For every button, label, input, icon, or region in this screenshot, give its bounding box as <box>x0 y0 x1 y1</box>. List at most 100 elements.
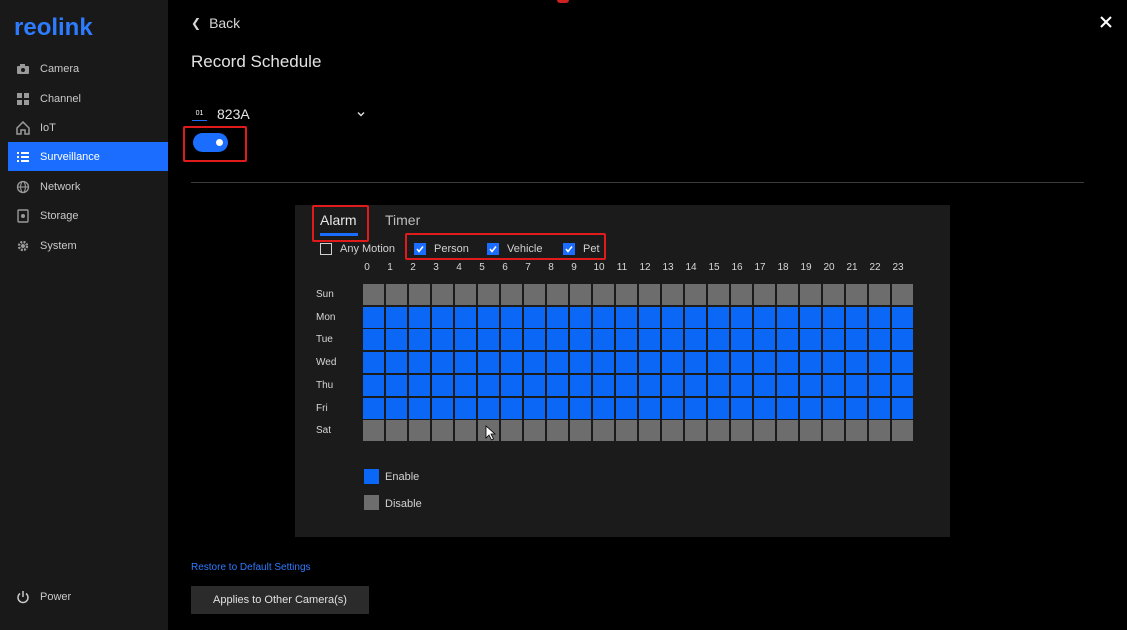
schedule-cell[interactable] <box>777 352 798 373</box>
schedule-cell[interactable] <box>386 329 407 350</box>
schedule-cell[interactable] <box>639 307 660 328</box>
sidebar-item-iot[interactable]: IoT <box>8 113 168 142</box>
schedule-cell[interactable] <box>777 375 798 396</box>
schedule-cell[interactable] <box>846 352 867 373</box>
schedule-cell[interactable] <box>386 352 407 373</box>
schedule-cell[interactable] <box>409 420 430 441</box>
schedule-cell[interactable] <box>501 307 522 328</box>
schedule-cell[interactable] <box>409 307 430 328</box>
schedule-cell[interactable] <box>547 375 568 396</box>
schedule-cell[interactable] <box>639 352 660 373</box>
person-checkbox[interactable] <box>414 243 426 255</box>
schedule-cell[interactable] <box>662 420 683 441</box>
schedule-cell[interactable] <box>731 352 752 373</box>
schedule-cell[interactable] <box>892 352 913 373</box>
back-button[interactable]: ❮ Back <box>191 15 240 31</box>
record-schedule-toggle[interactable] <box>193 133 228 152</box>
schedule-cell[interactable] <box>455 352 476 373</box>
schedule-cell[interactable] <box>501 329 522 350</box>
schedule-cell[interactable] <box>639 398 660 419</box>
schedule-cell[interactable] <box>800 329 821 350</box>
schedule-cell[interactable] <box>478 352 499 373</box>
schedule-cell[interactable] <box>731 284 752 305</box>
schedule-cell[interactable] <box>386 307 407 328</box>
tab-alarm[interactable]: Alarm <box>320 212 357 228</box>
schedule-cell[interactable] <box>777 420 798 441</box>
schedule-cell[interactable] <box>593 307 614 328</box>
apply-to-other-cameras-button[interactable]: Applies to Other Camera(s) <box>191 586 369 614</box>
camera-select[interactable]: 823A <box>217 106 250 122</box>
chevron-down-icon[interactable] <box>355 108 367 120</box>
schedule-cell[interactable] <box>754 307 775 328</box>
restore-default-link[interactable]: Restore to Default Settings <box>191 562 311 573</box>
schedule-cell[interactable] <box>570 307 591 328</box>
schedule-cell[interactable] <box>685 420 706 441</box>
schedule-cell[interactable] <box>616 329 637 350</box>
schedule-cell[interactable] <box>639 375 660 396</box>
schedule-cell[interactable] <box>869 398 890 419</box>
schedule-cell[interactable] <box>432 375 453 396</box>
schedule-cell[interactable] <box>455 375 476 396</box>
schedule-cell[interactable] <box>547 398 568 419</box>
schedule-cell[interactable] <box>708 307 729 328</box>
schedule-cell[interactable] <box>869 352 890 373</box>
schedule-cell[interactable] <box>570 420 591 441</box>
schedule-cell[interactable] <box>593 352 614 373</box>
schedule-cell[interactable] <box>386 398 407 419</box>
vehicle-checkbox[interactable] <box>487 243 499 255</box>
schedule-cell[interactable] <box>662 398 683 419</box>
schedule-cell[interactable] <box>593 284 614 305</box>
schedule-cell[interactable] <box>478 375 499 396</box>
schedule-cell[interactable] <box>685 375 706 396</box>
schedule-cell[interactable] <box>409 329 430 350</box>
schedule-cell[interactable] <box>524 352 545 373</box>
schedule-cell[interactable] <box>363 329 384 350</box>
sidebar-item-camera[interactable]: Camera <box>8 54 168 83</box>
close-icon[interactable] <box>1098 14 1114 30</box>
schedule-cell[interactable] <box>524 307 545 328</box>
schedule-cell[interactable] <box>455 329 476 350</box>
schedule-cell[interactable] <box>501 352 522 373</box>
schedule-cell[interactable] <box>363 398 384 419</box>
schedule-cell[interactable] <box>547 329 568 350</box>
schedule-cell[interactable] <box>409 284 430 305</box>
schedule-cell[interactable] <box>501 398 522 419</box>
schedule-cell[interactable] <box>777 307 798 328</box>
schedule-cell[interactable] <box>455 398 476 419</box>
schedule-cell[interactable] <box>570 352 591 373</box>
schedule-cell[interactable] <box>754 420 775 441</box>
sidebar-item-surveillance[interactable]: Surveillance <box>8 142 168 171</box>
schedule-cell[interactable] <box>363 375 384 396</box>
schedule-cell[interactable] <box>455 420 476 441</box>
schedule-cell[interactable] <box>869 284 890 305</box>
schedule-cell[interactable] <box>777 284 798 305</box>
schedule-cell[interactable] <box>547 352 568 373</box>
schedule-cell[interactable] <box>754 329 775 350</box>
schedule-cell[interactable] <box>754 284 775 305</box>
schedule-cell[interactable] <box>570 329 591 350</box>
schedule-cell[interactable] <box>524 375 545 396</box>
schedule-cell[interactable] <box>892 307 913 328</box>
schedule-cell[interactable] <box>363 420 384 441</box>
schedule-cell[interactable] <box>432 352 453 373</box>
schedule-cell[interactable] <box>754 398 775 419</box>
schedule-cell[interactable] <box>432 284 453 305</box>
schedule-cell[interactable] <box>478 284 499 305</box>
schedule-cell[interactable] <box>524 329 545 350</box>
schedule-cell[interactable] <box>478 398 499 419</box>
schedule-cell[interactable] <box>869 375 890 396</box>
schedule-cell[interactable] <box>846 307 867 328</box>
schedule-cell[interactable] <box>662 375 683 396</box>
schedule-cell[interactable] <box>708 329 729 350</box>
schedule-cell[interactable] <box>593 329 614 350</box>
schedule-cell[interactable] <box>777 329 798 350</box>
schedule-cell[interactable] <box>386 375 407 396</box>
schedule-cell[interactable] <box>846 329 867 350</box>
sidebar-item-channel[interactable]: Channel <box>8 84 168 113</box>
schedule-cell[interactable] <box>731 420 752 441</box>
schedule-cell[interactable] <box>432 329 453 350</box>
schedule-cell[interactable] <box>547 284 568 305</box>
schedule-cell[interactable] <box>685 398 706 419</box>
schedule-cell[interactable] <box>432 398 453 419</box>
schedule-cell[interactable] <box>616 352 637 373</box>
